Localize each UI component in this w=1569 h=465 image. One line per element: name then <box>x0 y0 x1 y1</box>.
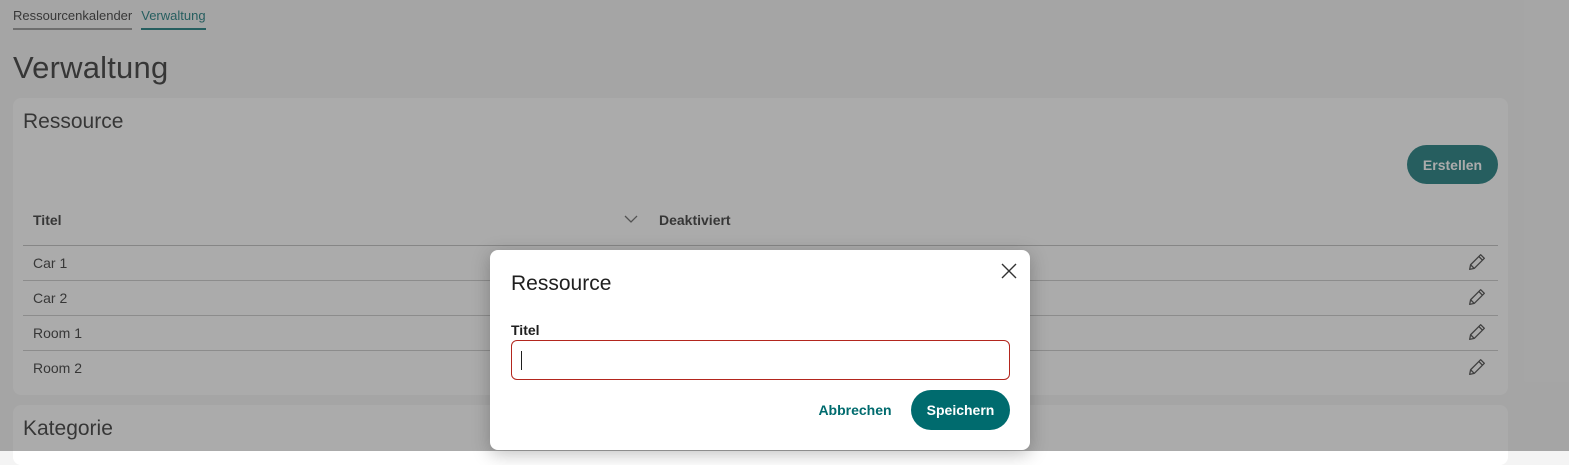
save-button[interactable]: Speichern <box>911 390 1010 430</box>
cancel-button[interactable]: Abbrechen <box>810 390 900 430</box>
close-icon[interactable] <box>1000 262 1018 280</box>
resource-dialog: Ressource Titel Abbrechen Speichern <box>490 250 1030 450</box>
text-cursor <box>521 351 522 370</box>
dialog-title: Ressource <box>511 272 612 295</box>
title-input[interactable] <box>511 340 1010 380</box>
title-field-label: Titel <box>511 322 540 338</box>
